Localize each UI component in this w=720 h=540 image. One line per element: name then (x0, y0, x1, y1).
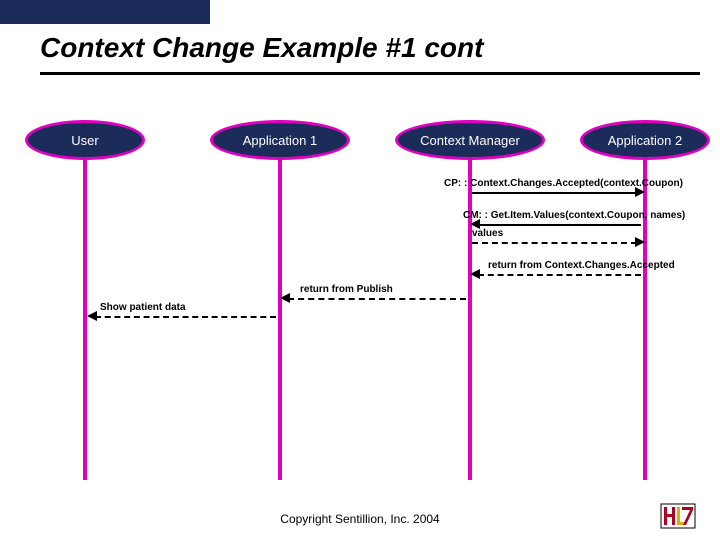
msg-return-cca: return from Context.Changes.Accepted (488, 260, 675, 271)
copyright-text: Copyright Sentillion, Inc. 2004 (0, 512, 720, 526)
msg-return-publish: return from Publish (300, 284, 393, 295)
lifeline-app2 (643, 160, 647, 480)
actor-app1-label: Application 1 (243, 133, 317, 148)
actor-app2: Application 2 (580, 120, 710, 160)
lifeline-cm (468, 160, 472, 480)
arrow-m3 (472, 242, 637, 244)
arrow-m3-head (635, 237, 645, 247)
actor-app2-label: Application 2 (608, 133, 682, 148)
msg-get-item-values: CM: : Get.Item.Values(context.Coupon, na… (463, 210, 685, 221)
sequence-diagram: User Application 1 Context Manager Appli… (0, 0, 720, 540)
actor-app1: Application 1 (210, 120, 350, 160)
arrow-m2 (478, 224, 641, 226)
lifeline-app1 (278, 160, 282, 480)
arrow-m4 (478, 274, 641, 276)
msg-cp-changes-accepted: CP: : Context.Changes.Accepted(context.C… (444, 178, 683, 189)
hl7-logo-icon (660, 502, 696, 530)
actor-cm-label: Context Manager (420, 133, 520, 148)
arrow-m1 (472, 192, 637, 194)
msg-show-patient-data: Show patient data (100, 302, 186, 313)
arrow-m6 (95, 316, 276, 318)
msg-values: values (472, 228, 503, 239)
arrow-m1-head (635, 187, 645, 197)
arrow-m4-head (470, 269, 480, 279)
arrow-m5 (288, 298, 466, 300)
actor-context-manager: Context Manager (395, 120, 545, 160)
actor-user-label: User (71, 133, 98, 148)
arrow-m6-head (87, 311, 97, 321)
arrow-m5-head (280, 293, 290, 303)
actor-user: User (25, 120, 145, 160)
